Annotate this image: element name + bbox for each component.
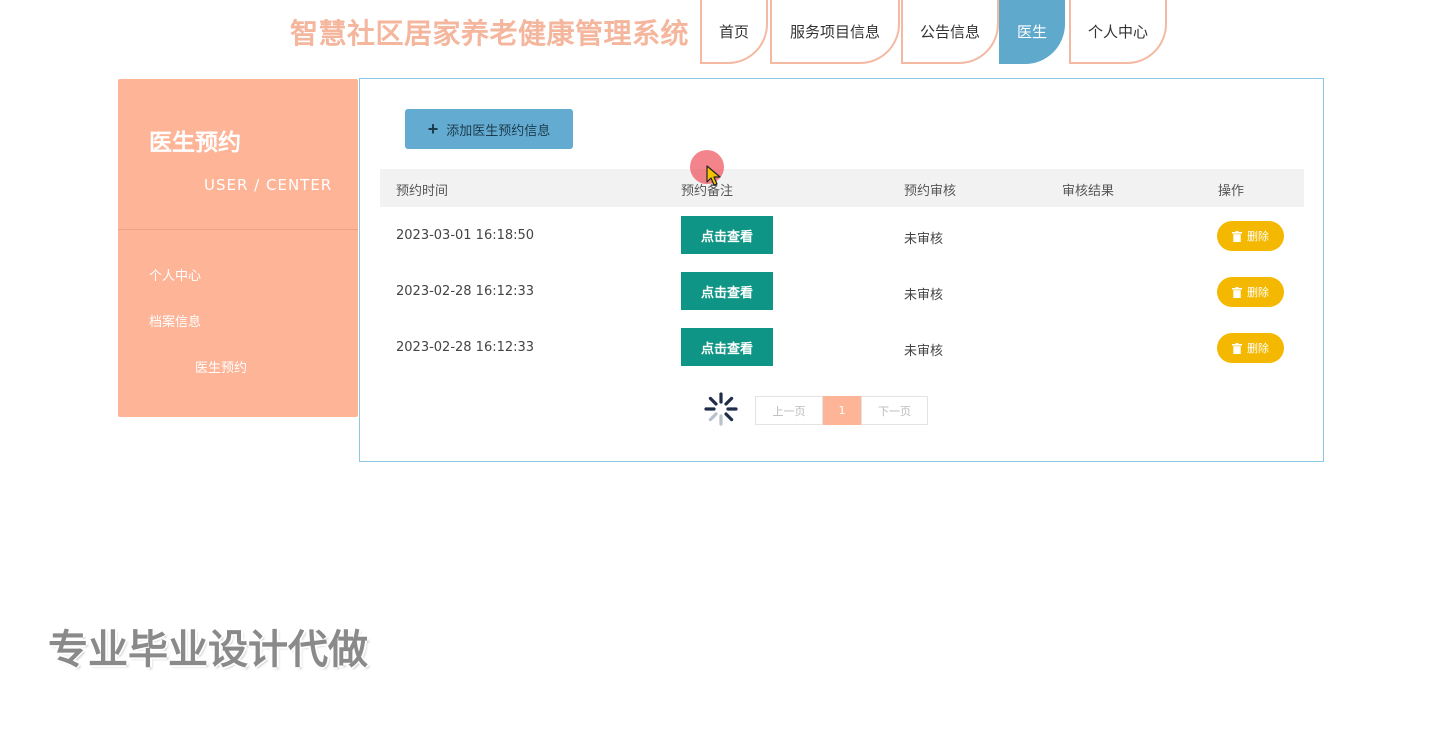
sidebar-title: 医生预约 xyxy=(149,130,241,156)
trash-icon xyxy=(1232,286,1242,298)
sidebar-item-archive-info[interactable]: 档案信息 xyxy=(149,311,201,330)
delete-button[interactable]: 删除 xyxy=(1217,221,1284,251)
row-time: 2023-02-28 16:12:33 xyxy=(396,340,535,355)
delete-label: 删除 xyxy=(1247,343,1269,355)
delete-label: 删除 xyxy=(1247,231,1269,243)
pagination: 上一页 1 下一页 xyxy=(755,396,928,425)
delete-button[interactable]: 删除 xyxy=(1217,333,1284,363)
sidebar: 医生预约 USER / CENTER 个人中心 档案信息 医生预约 xyxy=(118,79,358,417)
nav-service-items[interactable]: 服务项目信息 xyxy=(770,0,900,64)
sidebar-subtitle: USER / CENTER xyxy=(204,176,333,194)
prev-page-button[interactable]: 上一页 xyxy=(755,396,823,425)
site-title: 智慧社区居家养老健康管理系统 xyxy=(290,17,690,50)
sidebar-item-personal-center[interactable]: 个人中心 xyxy=(149,265,201,284)
nav-personal-center[interactable]: 个人中心 xyxy=(1069,0,1167,64)
table-row: 2023-02-28 16:12:33 点击查看 未审核 删除 xyxy=(380,264,1304,320)
row-audit-status: 未审核 xyxy=(904,344,944,359)
trash-icon xyxy=(1232,230,1242,242)
nav-home[interactable]: 首页 xyxy=(700,0,768,64)
col-header-result: 审核结果 xyxy=(1062,184,1115,199)
delete-button[interactable]: 删除 xyxy=(1217,277,1284,307)
col-header-time: 预约时间 xyxy=(396,184,449,199)
row-audit-status: 未审核 xyxy=(904,232,944,247)
watermark-text: 专业毕业设计代做 xyxy=(48,627,368,673)
sidebar-divider xyxy=(118,229,358,230)
main-panel: + 添加医生预约信息 预约时间 预约备注 预约审核 审核结果 操作 2023-0… xyxy=(359,78,1324,462)
view-note-button[interactable]: 点击查看 xyxy=(681,216,773,254)
row-audit-status: 未审核 xyxy=(904,288,944,303)
nav-announcements[interactable]: 公告信息 xyxy=(901,0,999,64)
add-appointment-label: 添加医生预约信息 xyxy=(446,122,551,138)
sidebar-item-doctor-appointment[interactable]: 医生预约 xyxy=(195,357,247,376)
add-appointment-button[interactable]: + 添加医生预约信息 xyxy=(405,109,573,149)
view-note-button[interactable]: 点击查看 xyxy=(681,272,773,310)
row-time: 2023-03-01 16:18:50 xyxy=(396,228,535,243)
plus-icon: + xyxy=(427,119,439,139)
delete-label: 删除 xyxy=(1247,287,1269,299)
trash-icon xyxy=(1232,342,1242,354)
table-row: 2023-03-01 16:18:50 点击查看 未审核 删除 xyxy=(380,208,1304,264)
table-row: 2023-02-28 16:12:33 点击查看 未审核 删除 xyxy=(380,320,1304,376)
col-header-audit: 预约审核 xyxy=(904,184,957,199)
nav-doctor[interactable]: 医生 xyxy=(999,0,1065,64)
page-number-current[interactable]: 1 xyxy=(823,396,861,425)
col-header-action: 操作 xyxy=(1218,184,1245,199)
view-note-button[interactable]: 点击查看 xyxy=(681,328,773,366)
table-header: 预约时间 预约备注 预约审核 审核结果 操作 xyxy=(380,169,1304,207)
mouse-cursor-icon xyxy=(706,165,721,186)
row-time: 2023-02-28 16:12:33 xyxy=(396,284,535,299)
loading-spinner-icon xyxy=(704,392,738,426)
next-page-button[interactable]: 下一页 xyxy=(861,396,928,425)
